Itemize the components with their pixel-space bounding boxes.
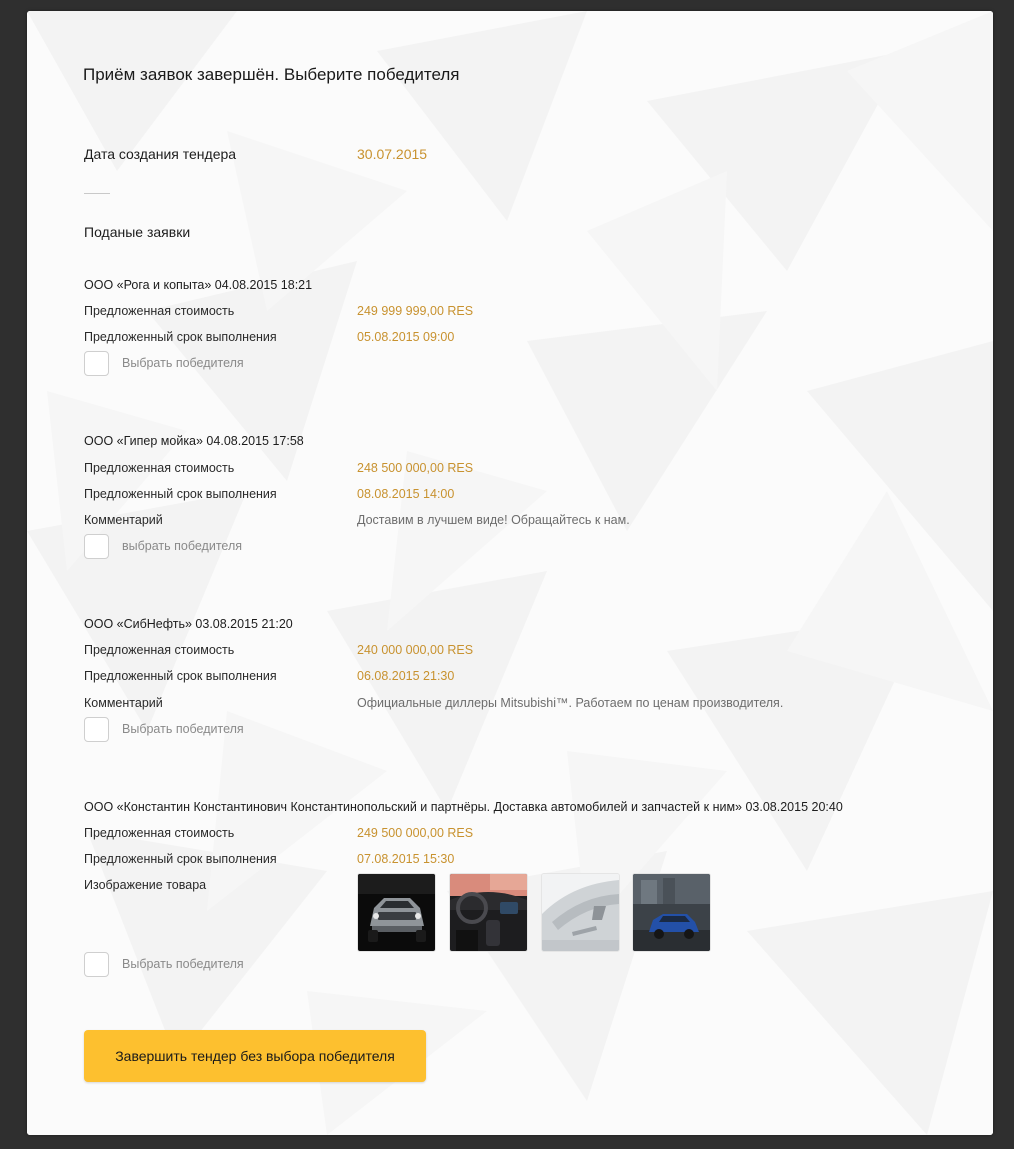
bid-comment-value: Официальные диллеры Mitsubishi™. Работае… bbox=[357, 696, 784, 710]
bid-deadline-value: 07.08.2015 15:30 bbox=[357, 852, 455, 866]
bid-deadline-label: Предложенный срок выполнения bbox=[84, 669, 277, 683]
bid-price-label: Предложенная стоимость bbox=[84, 304, 235, 318]
select-winner-checkbox[interactable] bbox=[84, 952, 109, 977]
bid-price-label: Предложенная стоимость bbox=[84, 826, 235, 840]
bid-price-label: Предложенная стоимость bbox=[84, 643, 235, 657]
bid-images-label: Изображение товара bbox=[84, 878, 207, 892]
bid-deadline-value: 06.08.2015 21:30 bbox=[357, 669, 455, 683]
select-winner-label[interactable]: Выбрать победителя bbox=[122, 957, 244, 971]
bid-header: ООО «Рога и копыта» 04.08.2015 18:21 bbox=[84, 278, 313, 292]
bid-price-value: 248 500 000,00 RES bbox=[357, 461, 474, 475]
select-winner-label[interactable]: выбрать победителя bbox=[122, 539, 242, 553]
bid-deadline-value: 08.08.2015 14:00 bbox=[357, 487, 455, 501]
bid-header: ООО «Константин Константинович Константи… bbox=[84, 800, 843, 814]
bid-deadline-label: Предложенный срок выполнения bbox=[84, 487, 277, 501]
tender-created-value: 30.07.2015 bbox=[357, 146, 428, 162]
finish-tender-button[interactable]: Завершить тендер без выбора победителя bbox=[84, 1030, 426, 1082]
product-image-blue-suv[interactable] bbox=[632, 873, 711, 952]
bid-deadline-label: Предложенный срок выполнения bbox=[84, 852, 277, 866]
bid-price-value: 249 500 000,00 RES bbox=[357, 826, 474, 840]
select-winner-checkbox[interactable] bbox=[84, 351, 109, 376]
page-title: Приём заявок завершён. Выберите победите… bbox=[83, 65, 460, 84]
product-image-rear-badge[interactable] bbox=[541, 873, 620, 952]
bid-header: ООО «Гипер мойка» 04.08.2015 17:58 bbox=[84, 434, 304, 448]
tender-created-label: Дата создания тендера bbox=[84, 146, 237, 162]
tender-panel: Приём заявок завершён. Выберите победите… bbox=[27, 11, 993, 1135]
bid-header: ООО «СибНефть» 03.08.2015 21:20 bbox=[84, 617, 293, 631]
bid-price-value: 249 999 999,00 RES bbox=[357, 304, 474, 318]
bid-comment-label: Комментарий bbox=[84, 696, 163, 710]
bid-deadline-value: 05.08.2015 09:00 bbox=[357, 330, 455, 344]
bid-deadline-label: Предложенный срок выполнения bbox=[84, 330, 277, 344]
select-winner-label[interactable]: Выбрать победителя bbox=[122, 356, 244, 370]
select-winner-checkbox[interactable] bbox=[84, 717, 109, 742]
bid-price-label: Предложенная стоимость bbox=[84, 461, 235, 475]
bid-comment-label: Комментарий bbox=[84, 513, 163, 527]
product-image-interior[interactable] bbox=[449, 873, 528, 952]
bids-section-title: Поданые заявки bbox=[84, 224, 191, 240]
select-winner-label[interactable]: Выбрать победителя bbox=[122, 722, 244, 736]
bid-comment-value: Доставим в лучшем виде! Обращайтесь к на… bbox=[357, 513, 630, 527]
select-winner-checkbox[interactable] bbox=[84, 534, 109, 559]
product-image-suv-front[interactable] bbox=[357, 873, 436, 952]
divider bbox=[84, 193, 110, 194]
bid-price-value: 240 000 000,00 RES bbox=[357, 643, 474, 657]
